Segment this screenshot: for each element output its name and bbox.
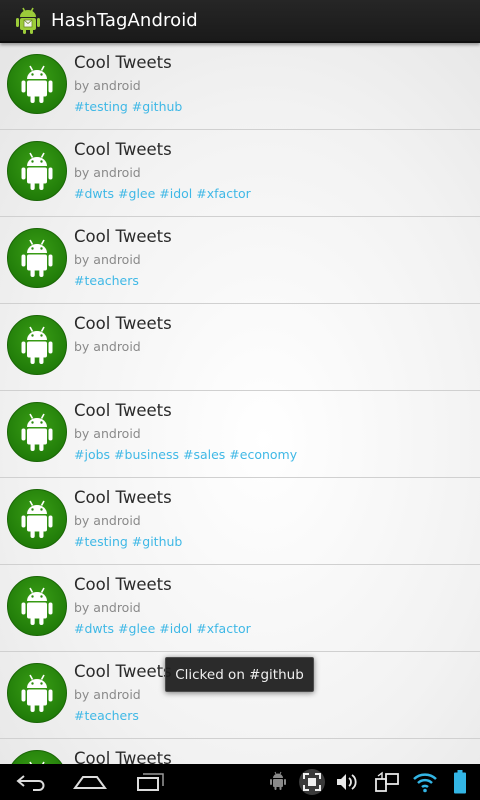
tweet-title: Cool Tweets — [74, 53, 172, 72]
tweet-title: Cool Tweets — [74, 662, 172, 681]
hashtag-link[interactable]: #testing — [74, 99, 128, 114]
tweet-author: by android — [74, 600, 141, 615]
tweet-title: Cool Tweets — [74, 227, 172, 246]
tweet-title: Cool Tweets — [74, 575, 172, 594]
screen: HashTagAndroid Cool Tweets by android #tes… — [0, 0, 480, 800]
tweet-list[interactable]: Cool Tweets by android #testing #github Coo… — [0, 43, 480, 764]
tweet-list-item[interactable]: Cool Tweets by android #dwts #glee #idol #… — [0, 565, 480, 652]
hashtag-link[interactable]: #dwts — [74, 621, 114, 636]
tweet-title: Cool Tweets — [74, 488, 172, 507]
tweet-list-item[interactable]: Cool Tweets — [0, 739, 480, 764]
back-icon[interactable] — [10, 764, 54, 800]
tweet-author: by android — [74, 252, 141, 267]
hashtag-link[interactable]: #idol — [159, 186, 192, 201]
tweet-hashtags: #dwts #glee #idol #xfactor — [74, 186, 251, 202]
hashtag-link[interactable]: #glee — [118, 621, 155, 636]
tweet-author: by android — [74, 78, 141, 93]
hashtag-link[interactable]: #jobs — [74, 447, 110, 462]
hashtag-link[interactable]: #teachers — [74, 273, 139, 288]
tweet-title: Cool Tweets — [74, 401, 172, 420]
hashtag-link[interactable]: #xfactor — [196, 186, 251, 201]
tweet-author: by android — [74, 339, 141, 354]
tweet-author: by android — [74, 687, 141, 702]
tweet-list-item[interactable]: Cool Tweets by android #jobs #business #sa… — [0, 391, 480, 478]
system-navigation-bar — [0, 764, 480, 800]
recent-apps-icon[interactable] — [130, 764, 170, 800]
android-avatar-icon — [7, 315, 67, 375]
tweet-hashtags: #teachers — [74, 708, 139, 724]
android-debug-icon — [264, 764, 292, 800]
wifi-icon — [410, 764, 440, 800]
hashtag-link[interactable]: #business — [114, 447, 179, 462]
hashtag-link[interactable]: #glee — [118, 186, 155, 201]
hashtag-link[interactable]: #github — [132, 534, 183, 549]
tweet-hashtags: #jobs #business #sales #economy — [74, 447, 297, 463]
android-avatar-icon — [7, 489, 67, 549]
android-avatar-icon — [7, 576, 67, 636]
tweet-author: by android — [74, 426, 141, 441]
hashtag-link[interactable]: #teachers — [74, 708, 139, 723]
tweet-list-item[interactable]: Cool Tweets by android #testing #github — [0, 478, 480, 565]
android-avatar-icon — [11, 750, 63, 764]
hashtag-link[interactable]: #economy — [229, 447, 297, 462]
android-avatar-icon — [7, 663, 67, 723]
tweet-title: Cool Tweets — [74, 140, 172, 159]
screen-rotate-icon[interactable] — [372, 764, 402, 800]
android-avatar-icon — [7, 54, 67, 114]
hashtag-link[interactable]: #xfactor — [196, 621, 251, 636]
tweet-author: by android — [74, 165, 141, 180]
tweet-list-item[interactable]: Cool Tweets by android #dwts #glee #idol #… — [0, 130, 480, 217]
android-avatar-icon — [7, 402, 67, 462]
tweet-hashtags: #testing #github — [74, 534, 182, 550]
toast-message: Clicked on #github — [165, 657, 314, 692]
action-bar: HashTagAndroid — [0, 0, 480, 43]
volume-icon[interactable] — [334, 764, 362, 800]
tweet-hashtags: #dwts #glee #idol #xfactor — [74, 621, 251, 637]
hashtag-link[interactable]: #testing — [74, 534, 128, 549]
android-avatar-icon — [7, 141, 67, 201]
home-icon[interactable] — [70, 764, 110, 800]
tweet-title: Cool Tweets — [74, 314, 172, 333]
screenshot-icon[interactable] — [296, 764, 328, 800]
tweet-list-item[interactable]: Cool Tweets by android #testing #github — [0, 43, 480, 130]
android-app-icon[interactable] — [14, 5, 42, 35]
app-title: HashTagAndroid — [51, 10, 198, 31]
battery-icon — [448, 764, 472, 800]
tweet-title: Cool Tweets — [74, 749, 172, 764]
tweet-author: by android — [74, 513, 141, 528]
hashtag-link[interactable]: #github — [132, 99, 183, 114]
tweet-hashtags: #teachers — [74, 273, 139, 289]
android-avatar-icon — [7, 228, 67, 288]
tweet-hashtags: #testing #github — [74, 99, 182, 115]
tweet-list-item[interactable]: Cool Tweets by android — [0, 304, 480, 391]
tweet-list-item[interactable]: Cool Tweets by android #teachers — [0, 217, 480, 304]
hashtag-link[interactable]: #idol — [159, 621, 192, 636]
hashtag-link[interactable]: #sales — [183, 447, 225, 462]
hashtag-link[interactable]: #dwts — [74, 186, 114, 201]
